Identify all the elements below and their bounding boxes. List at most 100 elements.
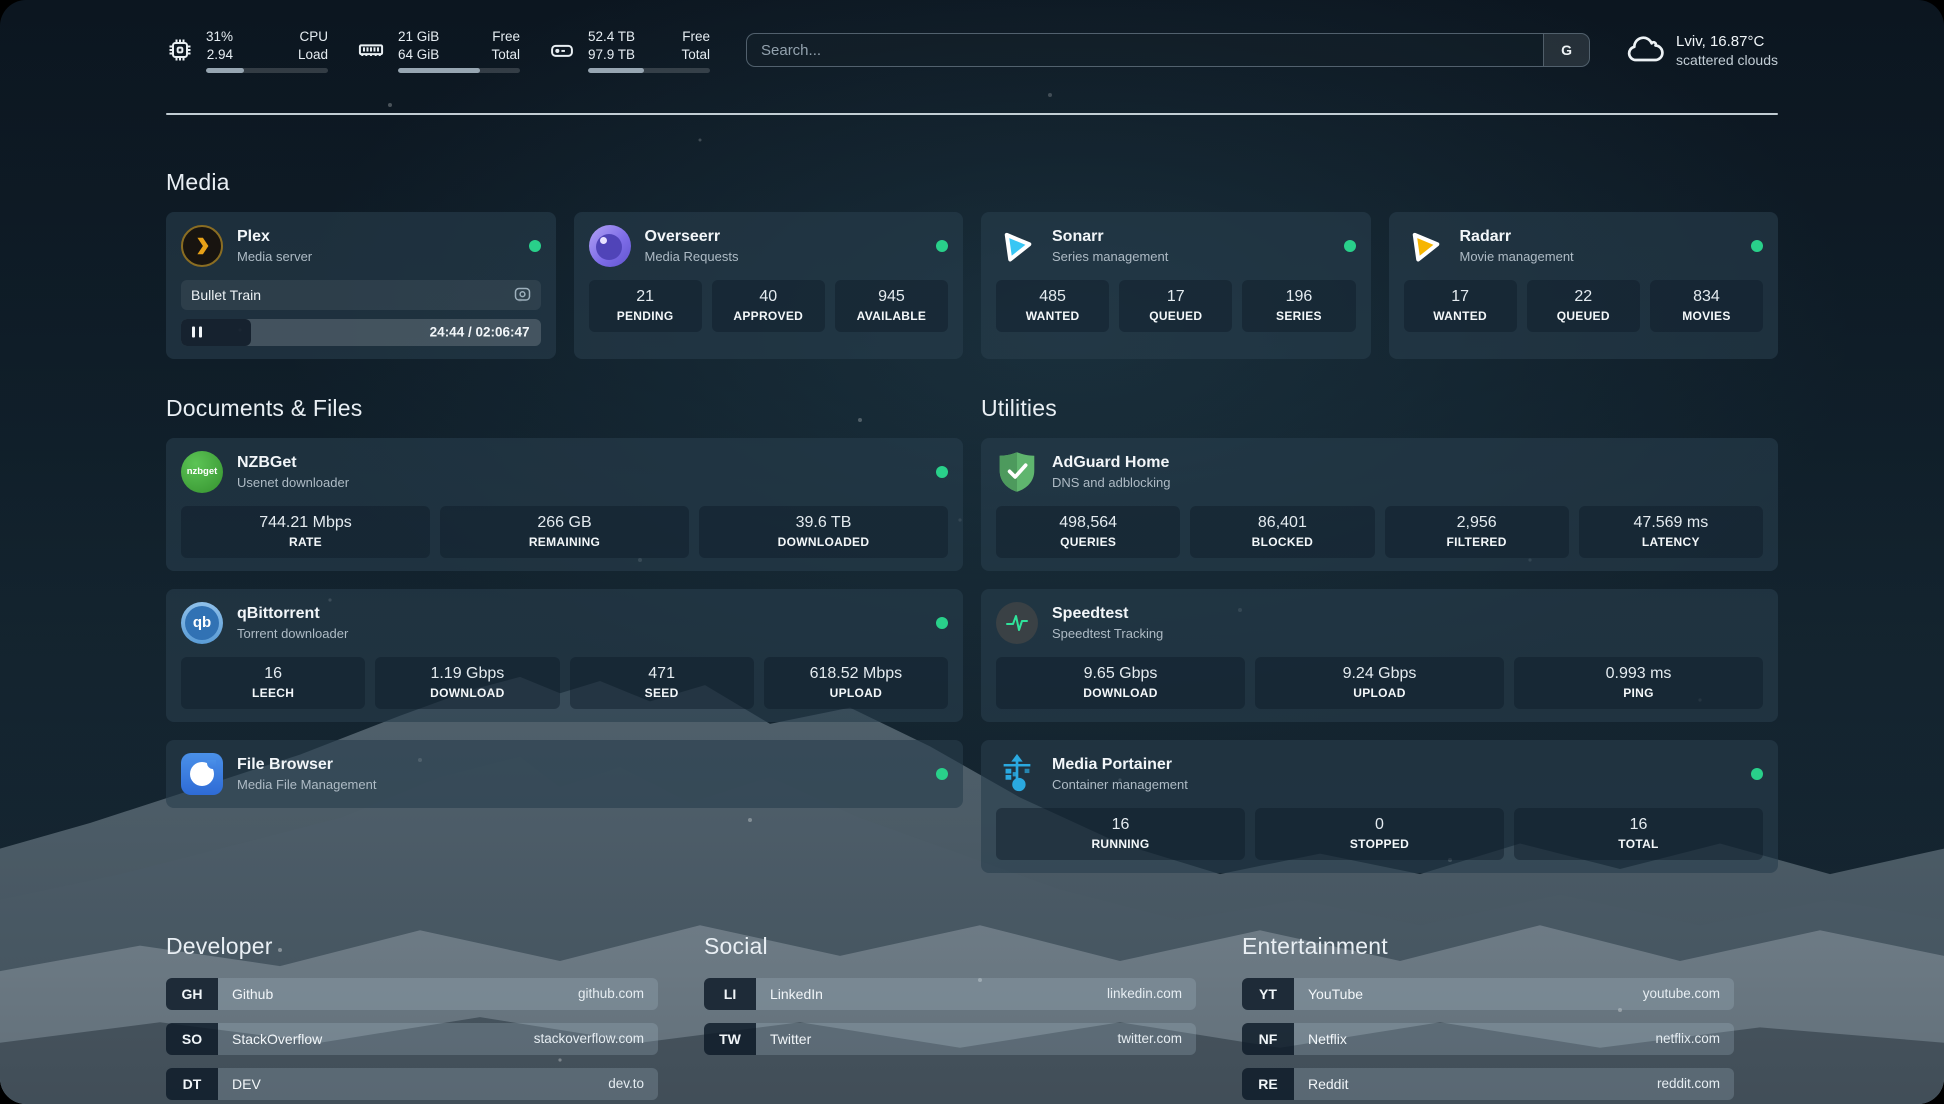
bookmark-github[interactable]: GH Github github.com (166, 978, 658, 1010)
service-card-portainer[interactable]: Media Portainer Container management 16R… (981, 740, 1778, 873)
status-online-dot (1344, 240, 1356, 252)
service-card-overseerr[interactable]: Overseerr Media Requests 21PENDING 40APP… (574, 212, 964, 359)
service-subtitle: Usenet downloader (237, 475, 349, 490)
stat-series: 196SERIES (1242, 280, 1355, 332)
bookmark-group-developer: Developer GH Github github.com SO StackO… (166, 933, 658, 1104)
disk-widget: 52.4 TB 97.9 TB Free Total (548, 28, 710, 73)
bookmark-group-entertainment: Entertainment YT YouTube youtube.com NF … (1242, 933, 1734, 1104)
service-card-radarr[interactable]: Radarr Movie management 17WANTED 22QUEUE… (1389, 212, 1779, 359)
service-name: Plex (237, 228, 312, 246)
section-title-utilities: Utilities (981, 395, 1778, 422)
sonarr-icon (996, 225, 1038, 267)
stat-seed: 471SEED (570, 657, 754, 709)
bookmark-stackoverflow[interactable]: SO StackOverflow stackoverflow.com (166, 1023, 658, 1055)
disk-usage-bar (588, 68, 710, 73)
memory-usage-bar (398, 68, 520, 73)
pause-icon[interactable] (192, 327, 202, 338)
stat-total: 16TOTAL (1514, 808, 1763, 860)
service-subtitle: Torrent downloader (237, 626, 348, 641)
search-provider-button[interactable]: G (1543, 34, 1589, 66)
stat-movies: 834MOVIES (1650, 280, 1763, 332)
stat-rate: 744.21 MbpsRATE (181, 506, 430, 558)
status-online-dot (936, 240, 948, 252)
service-name: File Browser (237, 756, 376, 774)
memory-widget: 21 GiB 64 GiB Free Total (356, 28, 520, 73)
memory-free-value: 21 GiB (398, 28, 439, 46)
disk-free-value: 52.4 TB (588, 28, 635, 46)
section-title-documents: Documents & Files (166, 395, 963, 422)
memory-total-label: Total (491, 46, 520, 64)
cpu-usage-value: 31% (206, 28, 233, 46)
stat-wanted: 17WANTED (1404, 280, 1517, 332)
stat-leech: 16LEECH (181, 657, 365, 709)
status-online-dot (936, 768, 948, 780)
stat-stopped: 0STOPPED (1255, 808, 1504, 860)
weather-widget: Lviv, 16.87°C scattered clouds (1624, 33, 1778, 68)
media-cards: Plex Media server Bullet Train (166, 212, 1778, 359)
service-subtitle: Media File Management (237, 777, 376, 792)
service-card-plex[interactable]: Plex Media server Bullet Train (166, 212, 556, 359)
bookmark-dev[interactable]: DT DEV dev.to (166, 1068, 658, 1100)
now-playing-row: Bullet Train (181, 280, 541, 310)
service-name: qBittorrent (237, 605, 348, 623)
stat-available: 945AVAILABLE (835, 280, 948, 332)
section-title-social: Social (704, 933, 1196, 960)
stat-blocked: 86,401BLOCKED (1190, 506, 1374, 558)
stat-approved: 40APPROVED (712, 280, 825, 332)
status-online-dot (936, 617, 948, 629)
cloud-icon (1624, 33, 1664, 67)
service-name: Radarr (1460, 228, 1574, 246)
section-title-developer: Developer (166, 933, 658, 960)
section-title-entertainment: Entertainment (1242, 933, 1734, 960)
disk-total-label: Total (681, 46, 710, 64)
nzbget-icon: nzbget (181, 451, 223, 493)
radarr-icon (1404, 225, 1446, 267)
service-card-speedtest[interactable]: Speedtest Speedtest Tracking 9.65 GbpsDO… (981, 589, 1778, 722)
section-title-media: Media (166, 169, 1778, 196)
weather-condition: scattered clouds (1676, 52, 1778, 68)
service-subtitle: Media Requests (645, 249, 739, 264)
qbittorrent-icon: qb (181, 602, 223, 644)
service-name: NZBGet (237, 454, 349, 472)
cpu-icon (166, 36, 194, 64)
stat-ping: 0.993 msPING (1514, 657, 1763, 709)
service-name: Overseerr (645, 228, 739, 246)
bookmark-youtube[interactable]: YT YouTube youtube.com (1242, 978, 1734, 1010)
adguard-icon (996, 451, 1038, 493)
filebrowser-icon (181, 753, 223, 795)
cpu-usage-bar (206, 68, 328, 73)
search-input[interactable] (747, 34, 1543, 66)
status-online-dot (1751, 240, 1763, 252)
overseerr-icon (589, 225, 631, 267)
search-bar[interactable]: G (746, 33, 1590, 67)
weather-location-temp: Lviv, 16.87°C (1676, 33, 1778, 50)
service-card-sonarr[interactable]: Sonarr Series management 485WANTED 17QUE… (981, 212, 1371, 359)
service-subtitle: DNS and adblocking (1052, 475, 1171, 490)
service-card-nzbget[interactable]: nzbget NZBGet Usenet downloader 744.21 M… (166, 438, 963, 571)
now-playing-title: Bullet Train (191, 287, 261, 303)
service-card-adguard[interactable]: AdGuard Home DNS and adblocking 498,564Q… (981, 438, 1778, 571)
memory-total-value: 64 GiB (398, 46, 439, 64)
bookmark-reddit[interactable]: RE Reddit reddit.com (1242, 1068, 1734, 1100)
stat-queued: 22QUEUED (1527, 280, 1640, 332)
bookmarks: Developer GH Github github.com SO StackO… (166, 933, 1734, 1104)
service-card-qbittorrent[interactable]: qb qBittorrent Torrent downloader 16LEEC… (166, 589, 963, 722)
service-subtitle: Series management (1052, 249, 1168, 264)
service-name: Speedtest (1052, 605, 1163, 623)
dashboard-screen: 31% 2.94 CPU Load (0, 0, 1944, 1104)
stat-latency: 47.569 msLATENCY (1579, 506, 1763, 558)
top-bar: 31% 2.94 CPU Load (166, 28, 1778, 73)
service-card-filebrowser[interactable]: File Browser Media File Management (166, 740, 963, 808)
bookmark-netflix[interactable]: NF Netflix netflix.com (1242, 1023, 1734, 1055)
memory-free-label: Free (491, 28, 520, 46)
bookmark-twitter[interactable]: TW Twitter twitter.com (704, 1023, 1196, 1055)
stat-running: 16RUNNING (996, 808, 1245, 860)
bookmark-group-social: Social LI LinkedIn linkedin.com TW Twitt… (704, 933, 1196, 1104)
cpu-load-label: Load (298, 46, 328, 64)
service-subtitle: Media server (237, 249, 312, 264)
playback-time: 24:44 / 02:06:47 (430, 325, 530, 340)
stat-remaining: 266 GBREMAINING (440, 506, 689, 558)
service-subtitle: Movie management (1460, 249, 1574, 264)
status-online-dot (1751, 768, 1763, 780)
bookmark-linkedin[interactable]: LI LinkedIn linkedin.com (704, 978, 1196, 1010)
